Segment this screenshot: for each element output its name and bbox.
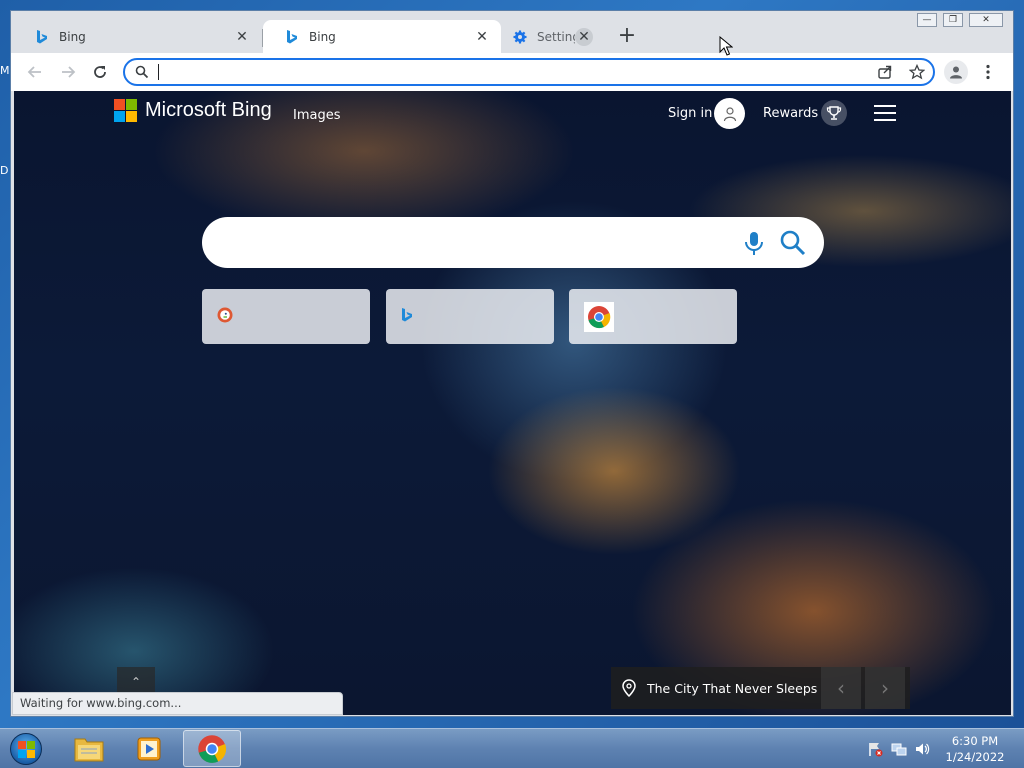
action-center-flag-icon[interactable]	[867, 741, 883, 757]
tab-settings[interactable]: Settings ✕	[501, 20, 603, 53]
tab-close-icon[interactable]: ✕	[473, 28, 491, 46]
close-window-button[interactable]: ✕	[969, 13, 1003, 27]
start-button[interactable]	[6, 731, 46, 767]
reload-button[interactable]	[88, 60, 112, 84]
microphone-icon[interactable]	[742, 230, 766, 256]
tab-title: Settings	[537, 29, 575, 44]
minimize-button[interactable]: —	[917, 13, 937, 27]
bing-favicon-icon	[401, 308, 413, 325]
microsoft-logo-icon	[114, 99, 137, 122]
network-icon[interactable]	[891, 741, 907, 757]
quick-link-tile-3[interactable]	[569, 289, 737, 344]
share-icon[interactable]	[877, 64, 893, 83]
image-caption[interactable]: The City That Never Sleeps	[647, 681, 817, 696]
tab-close-icon[interactable]: ✕	[233, 28, 251, 46]
tab-title: Bing	[59, 29, 86, 44]
tab-strip: Bing ✕ Bing ✕ Settings ✕ + — ❐ ✕	[11, 11, 1013, 53]
chrome-icon	[584, 301, 614, 332]
system-clock[interactable]: 6:30 PM 1/24/2022	[943, 733, 1007, 765]
bookmark-star-icon[interactable]	[908, 63, 926, 83]
address-input[interactable]	[157, 63, 857, 81]
bing-homepage: Microsoft Bing Images Sign in Rewards ⌃ …	[14, 91, 1011, 715]
restore-button[interactable]: ❐	[943, 13, 963, 27]
sign-in-link[interactable]: Sign in	[668, 106, 712, 121]
tab-title: Bing	[309, 29, 336, 44]
profile-icon[interactable]	[944, 60, 968, 84]
quick-link-tile-2[interactable]	[386, 289, 554, 344]
image-caption-bar: The City That Never Sleeps ‹ ›	[611, 667, 910, 709]
mouse-cursor-icon	[719, 36, 733, 56]
bing-logo[interactable]: Microsoft Bing	[114, 99, 272, 122]
tab-bing-1[interactable]: Bing ✕	[13, 20, 261, 53]
windows-logo-icon	[10, 733, 42, 765]
chrome-icon	[198, 734, 227, 763]
next-image-button[interactable]: ›	[865, 667, 905, 709]
back-button[interactable]	[23, 60, 47, 84]
text-caret	[158, 64, 159, 80]
tab-bing-2[interactable]: Bing ✕	[263, 20, 501, 53]
search-input[interactable]	[224, 231, 724, 253]
search-box[interactable]	[202, 217, 824, 268]
menu-kebab-icon[interactable]	[976, 60, 1000, 84]
file-explorer-taskbar-button[interactable]	[60, 730, 118, 767]
address-bar[interactable]	[123, 58, 935, 86]
chrome-taskbar-button[interactable]	[183, 730, 241, 767]
tab-close-icon[interactable]: ✕	[575, 27, 593, 46]
browser-window: Bing ✕ Bing ✕ Settings ✕ + — ❐ ✕	[10, 10, 1014, 717]
location-pin-icon	[611, 679, 647, 697]
folder-icon	[74, 738, 104, 761]
clock-date: 1/24/2022	[945, 750, 1005, 764]
images-link[interactable]: Images	[293, 108, 341, 123]
bing-favicon-icon	[285, 29, 299, 44]
brand-name: Microsoft Bing	[145, 99, 272, 121]
taskbar: 6:30 PM 1/24/2022	[0, 728, 1024, 768]
duckduckgo-icon	[217, 307, 233, 326]
rewards-link[interactable]: Rewards	[763, 106, 818, 121]
volume-icon[interactable]	[914, 741, 930, 757]
new-tab-button[interactable]: +	[615, 25, 639, 49]
browser-toolbar	[11, 53, 1013, 91]
avatar-icon[interactable]	[714, 98, 745, 129]
bing-favicon-icon	[35, 29, 49, 44]
quick-link-tile-1[interactable]	[202, 289, 370, 344]
forward-button[interactable]	[56, 60, 80, 84]
status-bar: Waiting for www.bing.com...	[12, 692, 343, 715]
clock-time: 6:30 PM	[951, 734, 999, 748]
trophy-icon[interactable]	[821, 100, 847, 126]
search-icon[interactable]	[779, 229, 807, 257]
media-player-icon	[137, 737, 161, 760]
hamburger-menu-icon[interactable]	[874, 105, 896, 121]
gear-icon	[513, 30, 527, 44]
search-icon	[135, 65, 149, 82]
previous-image-button[interactable]: ‹	[821, 667, 861, 709]
media-player-taskbar-button[interactable]	[121, 730, 179, 767]
